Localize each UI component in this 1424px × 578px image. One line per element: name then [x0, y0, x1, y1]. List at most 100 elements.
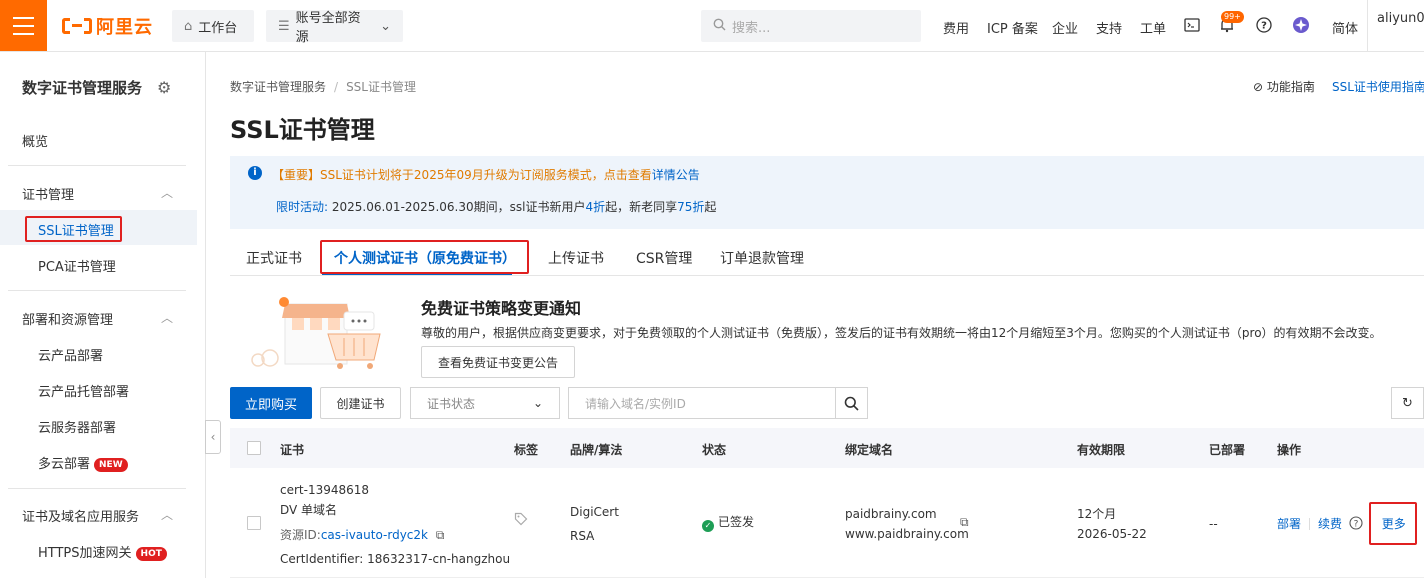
- expire-date: 2026-05-22: [1077, 527, 1147, 541]
- compass-icon: ⊘: [1253, 80, 1264, 94]
- tab-official-cert[interactable]: 正式证书: [246, 248, 302, 268]
- nav-support[interactable]: 支持: [1096, 18, 1122, 37]
- divider: [8, 488, 186, 489]
- notification-badge: 99+: [1221, 11, 1244, 23]
- tab-csr[interactable]: CSR管理: [636, 248, 692, 268]
- promo-description: 尊敬的用户，根据供应商变更要求，对于免费领取的个人测试证书（免费版），签发后的证…: [421, 326, 1382, 340]
- sidebar-title: 数字证书管理服务: [22, 79, 143, 97]
- col-validity: 有效期限: [1077, 443, 1126, 457]
- buy-now-button[interactable]: 立即购买: [230, 387, 312, 419]
- chevron-down-icon: ⌄: [380, 18, 391, 34]
- renew-link[interactable]: 续费: [1318, 517, 1342, 531]
- feature-guide-link[interactable]: ⊘ 功能指南: [1253, 78, 1315, 95]
- sidebar-item-overview[interactable]: 概览: [22, 131, 48, 150]
- brand: DigiCert: [570, 505, 619, 519]
- sidebar-item-pca[interactable]: PCA证书管理: [38, 256, 116, 275]
- validity-period: 12个月: [1077, 507, 1117, 521]
- bound-domain: paidbrainy.com: [845, 507, 937, 521]
- row-checkbox[interactable]: [247, 516, 261, 530]
- notice-detail-link[interactable]: 详情公告: [652, 168, 700, 182]
- cert-type: DV 单域名: [280, 503, 338, 517]
- resource-selector[interactable]: ☰ 账号全部资源 ⌄: [266, 10, 403, 45]
- tab-refund[interactable]: 订单退款管理: [720, 248, 804, 268]
- chevron-up-icon[interactable]: ︿: [161, 506, 173, 523]
- sidebar-group-deploy[interactable]: 部署和资源管理: [22, 309, 113, 328]
- user-account[interactable]: aliyun033: [1377, 11, 1424, 26]
- help-icon[interactable]: ?: [1255, 16, 1273, 34]
- tag-icon[interactable]: [514, 511, 528, 533]
- status-badge: ✓ 已签发: [702, 511, 754, 533]
- breadcrumb-root[interactable]: 数字证书管理服务: [230, 80, 326, 94]
- logo-icon: [62, 16, 92, 36]
- table-header: 证书 标签 品牌/算法 状态 绑定域名 有效期限 已部署 操作: [230, 428, 1424, 468]
- store-illustration: [251, 297, 381, 369]
- divider: [8, 290, 186, 291]
- check-icon: ✓: [702, 520, 714, 532]
- col-actions: 操作: [1277, 443, 1302, 457]
- breadcrumb: 数字证书管理服务 / SSL证书管理: [230, 80, 416, 94]
- table-row: cert-13948618 DV 单域名 资源ID:cas-ivauto-rdy…: [230, 468, 1424, 578]
- divider: [1367, 0, 1368, 51]
- global-search-input[interactable]: 搜索...: [701, 10, 921, 42]
- nav-billing[interactable]: 费用: [943, 18, 969, 37]
- promo-title: 免费证书策略变更通知: [421, 299, 582, 318]
- hamburger-menu-button[interactable]: [0, 0, 47, 51]
- help-icon[interactable]: ?: [1349, 516, 1363, 530]
- create-cert-button[interactable]: 创建证书: [320, 387, 401, 419]
- tab-upload-cert[interactable]: 上传证书: [548, 248, 604, 268]
- resource-id-link[interactable]: cas-ivauto-rdyc2k: [321, 528, 428, 542]
- page-title: SSL证书管理: [230, 116, 375, 144]
- cert-identifier: CertIdentifier: 18632317-cn-hangzhou: [280, 552, 511, 566]
- nav-icp[interactable]: ICP 备案: [987, 18, 1038, 37]
- search-icon: [713, 18, 726, 35]
- home-icon: ⌂: [184, 18, 193, 34]
- sidebar-item-https-gateway[interactable]: HTTPS加速网关 HOT: [38, 542, 167, 561]
- cert-status-select[interactable]: 证书状态 ⌄: [410, 387, 560, 419]
- select-all-checkbox[interactable]: [247, 441, 261, 455]
- refresh-icon: ↻: [1402, 395, 1413, 411]
- sidebar-collapse-button[interactable]: ‹: [205, 420, 221, 454]
- col-tag: 标签: [514, 443, 539, 457]
- resource-id: 资源ID:cas-ivauto-rdyc2k ⧉: [280, 528, 445, 542]
- sidebar-group-cert-management[interactable]: 证书管理: [22, 184, 74, 203]
- domain-instance-search-input[interactable]: 请输入域名/实例ID: [568, 387, 836, 419]
- view-change-notice-button[interactable]: 查看免费证书变更公告: [421, 346, 575, 378]
- sidebar-item-multi-cloud[interactable]: 多云部署 NEW: [38, 453, 128, 472]
- bound-domain: www.paidbrainy.com: [845, 527, 969, 541]
- cert-name: cert-13948618: [280, 483, 370, 497]
- chevron-down-icon: ⌄: [532, 396, 543, 410]
- chevron-up-icon[interactable]: ︿: [161, 309, 173, 326]
- sidebar-item-cloud-deploy[interactable]: 云产品部署: [38, 345, 103, 364]
- top-navbar: 阿里云 ⌂ 工作台 ☰ 账号全部资源 ⌄ 搜索... 费用 ICP 备案 企业 …: [0, 0, 1424, 52]
- sidebar-group-domain-services[interactable]: 证书及域名应用服务: [22, 506, 139, 525]
- divider: [8, 165, 186, 166]
- ai-assistant-icon[interactable]: [1292, 16, 1310, 34]
- refresh-button[interactable]: ↻: [1391, 387, 1424, 419]
- language-switch[interactable]: 简体: [1332, 18, 1358, 37]
- col-cert: 证书: [280, 443, 305, 457]
- col-domain: 绑定域名: [845, 443, 894, 457]
- deploy-link[interactable]: 部署: [1277, 517, 1301, 531]
- copy-icon[interactable]: ⧉: [960, 511, 969, 533]
- sidebar-item-server-deploy[interactable]: 云服务器部署: [38, 417, 116, 436]
- svg-text:?: ?: [1261, 21, 1267, 32]
- highlight-box: [25, 216, 122, 242]
- search-button[interactable]: [835, 387, 868, 419]
- workbench-button[interactable]: ⌂ 工作台: [172, 10, 254, 42]
- sidebar-item-cloud-hosted[interactable]: 云产品托管部署: [38, 381, 129, 400]
- hot-badge: HOT: [135, 546, 167, 561]
- nav-ticket[interactable]: 工单: [1140, 18, 1166, 37]
- chevron-up-icon[interactable]: ︿: [161, 184, 173, 201]
- terminal-icon[interactable]: [1183, 16, 1201, 34]
- copy-icon[interactable]: ⧉: [436, 528, 445, 542]
- ssl-usage-guide-link[interactable]: SSL证书使用指南: [1332, 78, 1424, 95]
- highlight-box: [320, 240, 529, 274]
- notice-banner: i 【重要】SSL证书计划将于2025年09月升级为订阅服务模式，点击查看详情公…: [230, 156, 1424, 229]
- col-status: 状态: [702, 443, 727, 457]
- gear-icon[interactable]: ⚙: [157, 78, 171, 97]
- highlight-box: [1369, 502, 1417, 545]
- col-deployed: 已部署: [1209, 443, 1246, 457]
- aliyun-logo[interactable]: 阿里云: [62, 14, 153, 38]
- sidebar: 数字证书管理服务 ⚙ 概览 证书管理 ︿ SSL证书管理 PCA证书管理 部署和…: [0, 52, 206, 578]
- nav-enterprise[interactable]: 企业: [1052, 18, 1078, 37]
